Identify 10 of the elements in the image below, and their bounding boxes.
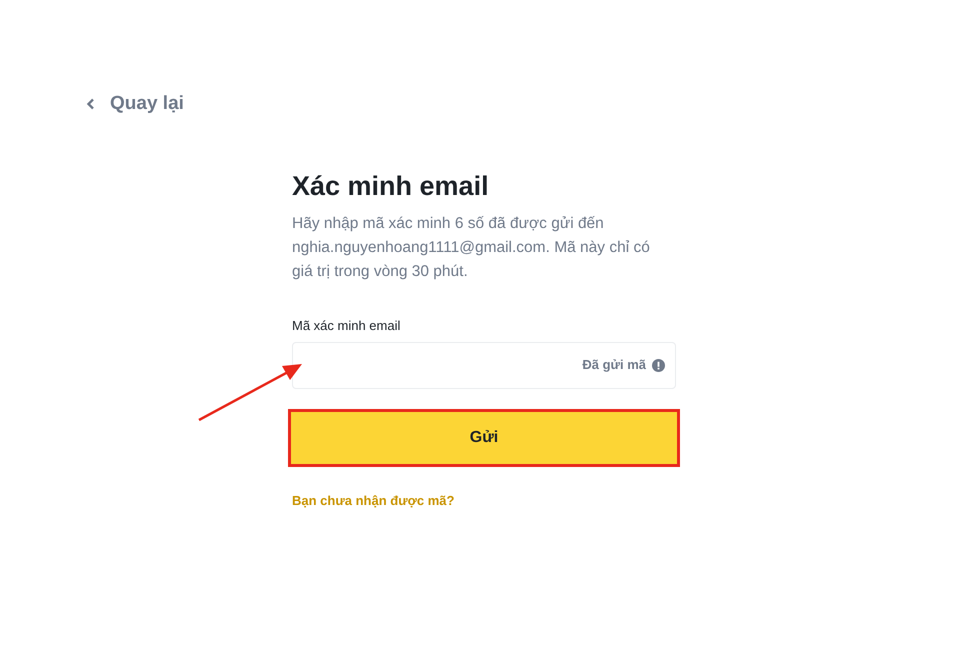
code-sent-status: Đã gửi mã (582, 356, 646, 374)
resend-help-link[interactable]: Bạn chưa nhận được mã? (292, 490, 454, 510)
page-title: Xác minh email (292, 170, 490, 203)
field-label: Mã xác minh email (292, 317, 400, 335)
info-icon (652, 358, 665, 372)
back-icon (86, 98, 96, 110)
back-link[interactable]: Quay lại (86, 90, 184, 118)
submit-button[interactable]: Gửi (290, 410, 678, 464)
code-field[interactable]: Đã gửi mã (292, 342, 676, 388)
instruction-text: Hãy nhập mã xác minh 6 số đã được gửi đến nghia.nguyenhoang1111@gmail.com. Mã này chỉ có giá trị trong vòng 30 phút. (292, 214, 651, 282)
